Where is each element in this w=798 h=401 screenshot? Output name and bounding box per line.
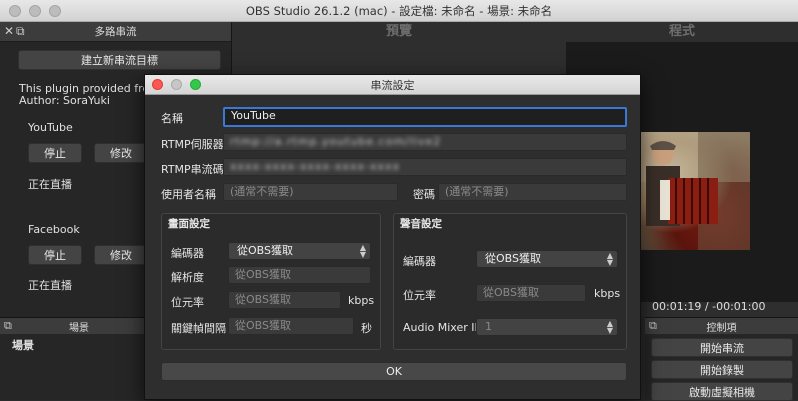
chevron-updown-icon: ▲ ▼ — [359, 243, 366, 259]
start-record-button[interactable]: 開始錄製 — [651, 360, 793, 379]
dialog-zoom-icon[interactable] — [190, 79, 201, 90]
chevron-updown-icon: ▲ ▼ — [606, 319, 613, 335]
keyframe-unit: 秒 — [361, 322, 372, 335]
program-header: 程式 — [668, 24, 695, 39]
audio-mixer-value: 1 — [485, 320, 492, 333]
keyframe-input[interactable]: 從OBS獲取 — [228, 317, 354, 335]
dock-float-icon[interactable]: ⧉ — [4, 319, 12, 333]
scenes-dock-header: ⧉ 場景 — [0, 318, 158, 334]
scenes-dock-title: 場景 — [69, 322, 89, 334]
rtmp-key-input[interactable]: xxxx-xxxx-xxxx-xxxx-xxxx — [223, 158, 627, 176]
preview-header: 預覽 — [385, 24, 412, 39]
status-facebook: 正在直播 — [28, 279, 72, 292]
scenes-dock: ⧉ 場景 場景 — [0, 317, 158, 400]
rtmp-key-value: xxxx-xxxx-xxxx-xxxx-xxxx — [230, 160, 401, 173]
accordion-player-image — [638, 132, 750, 250]
username-input[interactable]: (通常不需要) — [223, 183, 398, 201]
dialog-title: 串流設定 — [370, 78, 415, 92]
ok-button[interactable]: OK — [161, 362, 627, 381]
dock-float-icon[interactable]: ⧉ — [649, 319, 657, 333]
audio-settings-title: 聲音設定 — [400, 218, 442, 230]
scenes-list-header: 場景 — [12, 339, 34, 352]
target-name-facebook: Facebook — [28, 223, 80, 236]
resolution-input[interactable]: 從OBS獲取 — [228, 266, 371, 284]
video-encoder-value: 從OBS獲取 — [237, 244, 293, 257]
audio-mixer-select[interactable]: 1 ▲ ▼ — [476, 318, 618, 336]
audio-encoder-label: 編碼器 — [403, 255, 436, 268]
audio-bitrate-input[interactable]: 從OBS獲取 — [476, 284, 586, 302]
stop-button-facebook[interactable]: 停止 — [28, 245, 82, 265]
audio-bitrate-unit: kbps — [594, 287, 621, 300]
start-stream-button[interactable]: 開始串流 — [651, 338, 793, 357]
new-stream-target-button[interactable]: 建立新串流目標 — [18, 50, 221, 70]
video-bitrate-unit: kbps — [348, 294, 375, 307]
timecode-total: -00:01:00 — [712, 300, 766, 313]
multistream-dock-header: ✕⧉ 多路串流 — [0, 22, 231, 42]
dialog-window-controls[interactable] — [152, 79, 201, 90]
window-controls[interactable] — [9, 5, 61, 17]
controls-dock: ⧉ 控制項 開始串流 開始錄製 啟動虛擬相機 — [645, 317, 798, 401]
audio-settings-group: 聲音設定 編碼器 從OBS獲取 ▲ ▼ 位元率 從OBS獲取 kbps Audio… — [393, 213, 627, 350]
start-virtualcam-button[interactable]: 啟動虛擬相機 — [651, 382, 793, 401]
name-input[interactable]: YouTube — [223, 107, 627, 127]
name-label: 名稱 — [161, 112, 183, 125]
video-settings-title: 畫面設定 — [168, 218, 210, 230]
target-name-youtube: YouTube — [28, 121, 73, 134]
resolution-label: 解析度 — [171, 271, 204, 284]
multistream-dock-title: 多路串流 — [94, 26, 137, 38]
rtmp-server-input[interactable]: rtmp://a.rtmp.youtube.com/live2 — [223, 133, 627, 151]
dialog-close-icon[interactable] — [152, 79, 163, 90]
timecode: 00:01:19 / -00:01:00 — [652, 300, 765, 313]
audio-bitrate-label: 位元率 — [403, 289, 436, 302]
edit-button-facebook[interactable]: 修改 — [94, 245, 148, 265]
stream-settings-dialog: 串流設定 名稱 YouTube RTMP伺服器 rtmp://a.rtmp.yo… — [144, 74, 641, 400]
keyframe-label: 關鍵幀間隔 — [171, 322, 226, 335]
window-title: OBS Studio 26.1.2 (mac) - 設定檔: 未命名 - 場景:… — [245, 3, 553, 18]
program-video-frame — [638, 132, 750, 250]
password-label: 密碼 — [413, 188, 435, 201]
video-encoder-select[interactable]: 從OBS獲取 ▲ ▼ — [228, 242, 371, 260]
stop-button-youtube[interactable]: 停止 — [28, 143, 82, 163]
audio-encoder-value: 從OBS獲取 — [485, 252, 541, 265]
chevron-updown-icon: ▲ ▼ — [606, 251, 613, 267]
video-encoder-label: 編碼器 — [171, 247, 204, 260]
password-input[interactable]: (通常不需要) — [438, 183, 627, 201]
main-titlebar: OBS Studio 26.1.2 (mac) - 設定檔: 未命名 - 場景:… — [0, 0, 798, 22]
close-icon[interactable] — [9, 5, 21, 17]
plugin-author: Author: SoraYuki — [19, 94, 110, 107]
dock-close-float-icon[interactable]: ✕⧉ — [4, 24, 27, 39]
audio-encoder-select[interactable]: 從OBS獲取 ▲ ▼ — [476, 250, 618, 268]
edit-button-youtube[interactable]: 修改 — [94, 143, 148, 163]
status-youtube: 正在直播 — [28, 178, 72, 191]
zoom-icon[interactable] — [49, 5, 61, 17]
controls-dock-header: ⧉ 控制項 — [645, 318, 798, 334]
dialog-titlebar: 串流設定 — [145, 75, 640, 95]
controls-dock-title: 控制項 — [706, 322, 737, 334]
video-bitrate-label: 位元率 — [171, 296, 204, 309]
audio-mixer-label: Audio Mixer ID — [403, 321, 483, 334]
rtmp-server-value: rtmp://a.rtmp.youtube.com/live2 — [230, 135, 442, 148]
video-settings-group: 畫面設定 編碼器 從OBS獲取 ▲ ▼ 解析度 從OBS獲取 位元率 從OBS獲取… — [161, 213, 381, 350]
rtmp-server-label: RTMP伺服器 — [161, 138, 224, 151]
timecode-current: 00:01:19 — [652, 300, 702, 313]
rtmp-key-label: RTMP串流碼 — [161, 163, 224, 176]
username-label: 使用者名稱 — [161, 188, 216, 201]
dialog-minimize-icon — [171, 79, 182, 90]
minimize-icon[interactable] — [29, 5, 41, 17]
video-bitrate-input[interactable]: 從OBS獲取 — [228, 291, 341, 309]
